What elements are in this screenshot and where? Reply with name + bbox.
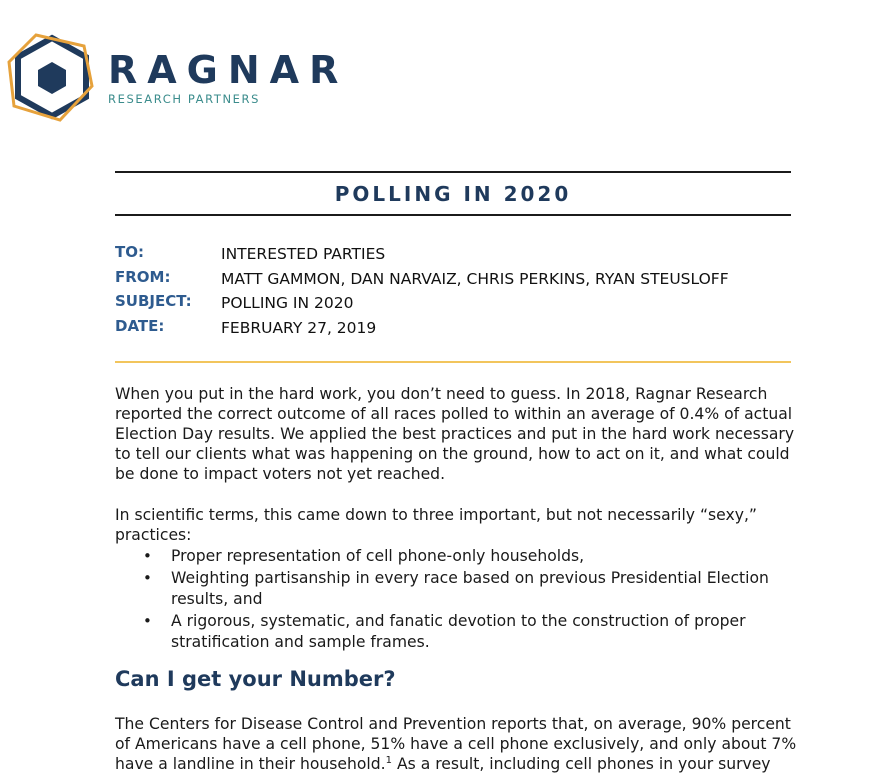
paragraph-line: have a landline in their household.1 As … — [115, 754, 805, 774]
list-item-text: Proper representation of cell phone-only… — [171, 547, 585, 565]
header-divider — [115, 361, 791, 363]
paragraph-practices: In scientific terms, this came down to t… — [115, 505, 805, 545]
list-item-text: Weighting partisanship in every race bas… — [171, 568, 769, 587]
memo-date-value: FEBRUARY 27, 2019 — [221, 318, 377, 337]
memo-date-label: DATE: — [115, 316, 165, 335]
paragraph-cdc: The Centers for Disease Control and Prev… — [115, 714, 805, 774]
paragraph-line: Election Day results. We applied the bes… — [115, 425, 795, 443]
brand-name: RAGNAR — [108, 48, 349, 92]
memo-to-value: INTERESTED PARTIES — [221, 245, 386, 263]
title-rule-top — [115, 171, 791, 173]
brand-subtitle: RESEARCH PARTNERS — [108, 92, 261, 106]
memo-to-label: TO: — [115, 243, 144, 261]
paragraph-intro: When you put in the hard work, you don’t… — [115, 384, 805, 484]
section-heading: Can I get your Number? — [115, 667, 396, 691]
list-item: • A rigorous, systematic, and fanatic de… — [115, 611, 769, 654]
list-item-text: A rigorous, systematic, and fanatic devo… — [171, 611, 746, 630]
paragraph-line: be done to impact voters not yet reached… — [115, 465, 446, 483]
paragraph-line: reported the correct outcome of all race… — [115, 405, 793, 423]
list-item-text: stratification and sample frames. — [171, 633, 430, 651]
paragraph-line: to tell our clients what was happening o… — [115, 445, 790, 463]
list-item-text: results, and — [171, 590, 263, 608]
bullet-icon: • — [143, 611, 152, 630]
brand-block: RAGNAR RESEARCH PARTNERS — [108, 50, 348, 106]
memo-from-value: MATT GAMMON, DAN NARVAIZ, CHRIS PERKINS,… — [221, 269, 729, 288]
list-item: • Proper representation of cell phone-on… — [115, 546, 769, 568]
memo-subject-label: SUBJECT: — [115, 292, 192, 310]
paragraph-line: of Americans have a cell phone, 51% have… — [115, 735, 797, 753]
memo-title: POLLING IN 2020 — [334, 182, 572, 206]
paragraph-line: practices: — [115, 526, 192, 544]
paragraph-line: When you put in the hard work, you don’t… — [115, 385, 768, 403]
paragraph-text: As a result, including cell phones in yo… — [391, 755, 771, 773]
memo-subject-value: POLLING IN 2020 — [221, 294, 354, 312]
practices-list: • Proper representation of cell phone-on… — [115, 546, 769, 654]
paragraph-text: have a landline in their household. — [115, 755, 386, 773]
title-rule-bottom — [115, 214, 791, 216]
paragraph-line: The Centers for Disease Control and Prev… — [115, 715, 791, 733]
ragnar-logo-icon — [6, 32, 98, 124]
bullet-icon: • — [143, 568, 152, 587]
list-item: • Weighting partisanship in every race b… — [115, 568, 769, 611]
memo-from-label: FROM: — [115, 267, 171, 286]
paragraph-line: In scientific terms, this came down to t… — [115, 506, 757, 524]
bullet-icon: • — [143, 547, 152, 565]
